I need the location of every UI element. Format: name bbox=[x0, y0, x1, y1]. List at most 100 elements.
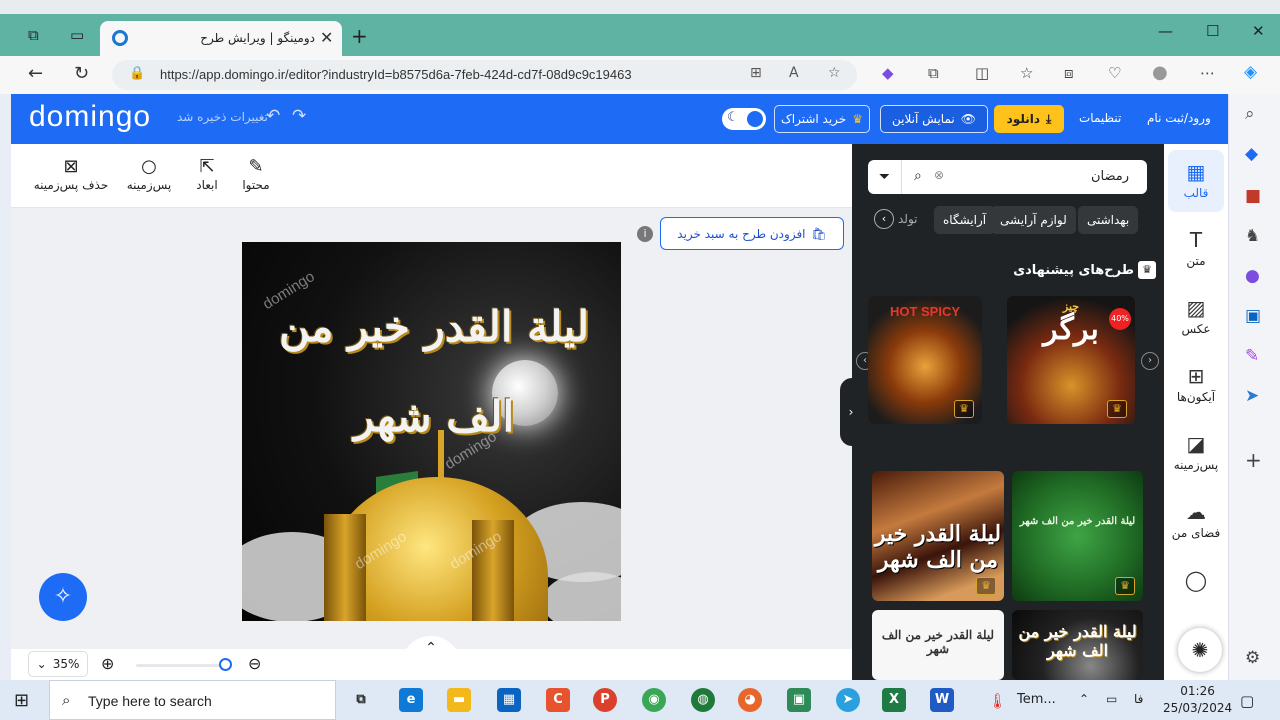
zoom-slider[interactable] bbox=[136, 664, 231, 667]
read-aloud-icon[interactable]: A bbox=[789, 65, 799, 81]
excel-icon[interactable]: X bbox=[882, 688, 906, 712]
globe-app-icon[interactable]: ◍ bbox=[691, 688, 715, 712]
copilot-icon[interactable]: ◈ bbox=[1244, 62, 1257, 82]
info-icon[interactable]: i bbox=[637, 226, 653, 242]
copilot-extension-icon[interactable]: ◆ bbox=[882, 64, 894, 82]
taskbar-search[interactable]: ⌕ Type here to search bbox=[49, 680, 336, 720]
settings-link[interactable]: تنظیمات bbox=[1079, 111, 1121, 125]
template-card-laylat-green[interactable]: ليلة القدر خير من الف شهر ♛ bbox=[1012, 471, 1143, 601]
dark-mode-toggle[interactable]: ☾ bbox=[722, 108, 766, 130]
template-card-laylat-brown[interactable]: ليلة القدر خير من الف شهر ♛ bbox=[872, 471, 1004, 601]
notifications-icon[interactable]: ▢ bbox=[1240, 692, 1254, 710]
performance-icon[interactable]: ♡ bbox=[1108, 64, 1121, 82]
carousel-next-icon[interactable]: › bbox=[1141, 352, 1159, 370]
split-screen-icon[interactable]: ◫ bbox=[975, 64, 989, 82]
rail-item-text[interactable]: T متن bbox=[1168, 228, 1224, 268]
sidebar-m365-icon[interactable]: ● bbox=[1245, 266, 1260, 286]
app-c-icon[interactable]: C bbox=[546, 688, 570, 712]
template-card-burger[interactable]: چیز برگر 40% ♛ bbox=[1007, 296, 1135, 424]
search-input[interactable]: ⏷ ⌕ ⊗ رمضان bbox=[868, 160, 1147, 194]
language-indicator[interactable]: فا bbox=[1134, 692, 1143, 706]
dimensions-tool[interactable]: ⇱ ابعاد bbox=[187, 156, 227, 192]
chip-cosmetics[interactable]: لوازم آرایشی bbox=[991, 206, 1076, 234]
design-canvas[interactable]: ليلة القدر خير من الف شهر domingo doming… bbox=[242, 242, 621, 621]
app-green-icon[interactable]: ▣ bbox=[787, 688, 811, 712]
maximize-icon[interactable]: ☐ bbox=[1206, 22, 1219, 40]
refresh-icon[interactable]: ↻ bbox=[74, 63, 89, 84]
canvas-calligraphy[interactable]: ليلة القدر خير من الف شهر bbox=[264, 282, 604, 441]
chrome-icon[interactable]: ◉ bbox=[642, 688, 666, 712]
browser-tab[interactable]: دومینگو | ویرایش طرح ✕ bbox=[100, 21, 342, 56]
clock[interactable]: 01:26 25/03/2024 bbox=[1163, 683, 1232, 717]
collapse-panel-button[interactable]: › bbox=[840, 378, 862, 446]
chip-salon[interactable]: آرایشگاه bbox=[934, 206, 996, 234]
online-preview-button[interactable]: 👁 نمایش آنلاین bbox=[880, 105, 988, 133]
store-icon[interactable]: ▦ bbox=[497, 688, 521, 712]
rail-item-more[interactable]: ◯ bbox=[1168, 568, 1224, 594]
magic-wand-button[interactable]: ✧ bbox=[39, 573, 87, 621]
more-menu-icon[interactable]: ⋯ bbox=[1200, 64, 1215, 82]
sidebar-games-icon[interactable]: ♞ bbox=[1245, 226, 1260, 246]
rail-item-photo[interactable]: ▨ عکس bbox=[1168, 296, 1224, 336]
background-tool[interactable]: ○ پس‌زمینه bbox=[123, 156, 175, 192]
app-p-icon[interactable]: P bbox=[593, 688, 617, 712]
undo-icon[interactable]: ↶ bbox=[266, 106, 280, 126]
rail-item-icons[interactable]: ⊞ آیکون‌ها bbox=[1168, 364, 1224, 404]
sidebar-tag-icon[interactable]: ◆ bbox=[1245, 144, 1258, 164]
template-card-hot-spicy[interactable]: HOT SPICY ♛ bbox=[868, 296, 982, 424]
remove-background-tool[interactable]: ⊠ حذف پس‌زمینه bbox=[33, 156, 109, 192]
login-link[interactable]: ورود/ثبت نام bbox=[1147, 111, 1211, 125]
zoom-select[interactable]: ⌄ 35% bbox=[28, 651, 88, 677]
workspaces-icon[interactable]: ⧉ bbox=[28, 26, 39, 44]
tab-actions-icon[interactable]: ▭ bbox=[70, 26, 84, 44]
network-icon[interactable]: ▭ bbox=[1106, 692, 1117, 706]
rail-item-background[interactable]: ◪ پس‌زمینه bbox=[1168, 432, 1224, 472]
close-window-icon[interactable]: ✕ bbox=[1252, 22, 1265, 40]
file-explorer-icon[interactable]: ▬ bbox=[447, 688, 471, 712]
zoom-out-icon[interactable]: ⊖ bbox=[248, 654, 261, 673]
minimize-icon[interactable]: — bbox=[1158, 22, 1173, 40]
template-card-laylat-night[interactable]: ليلة القدر خير من الف شهر bbox=[1012, 610, 1143, 680]
sidebar-settings-icon[interactable]: ⚙ bbox=[1245, 648, 1260, 668]
chips-next-icon[interactable]: ‹ bbox=[874, 209, 894, 229]
extensions-icon[interactable]: ⧉ bbox=[928, 64, 939, 82]
task-view-icon[interactable]: ⧉ bbox=[349, 688, 373, 712]
rail-item-my-space[interactable]: ☁ فضای من bbox=[1168, 500, 1224, 540]
telegram-icon[interactable]: ➤ bbox=[836, 688, 860, 712]
word-icon[interactable]: W bbox=[930, 688, 954, 712]
download-button[interactable]: ⤓ دانلود bbox=[994, 105, 1064, 133]
app-available-icon[interactable]: ⊞ bbox=[750, 65, 762, 81]
zoom-slider-knob[interactable] bbox=[219, 658, 232, 671]
zoom-in-icon[interactable]: ⊕ bbox=[101, 654, 114, 673]
tray-chevron-icon[interactable]: ⌃ bbox=[1079, 692, 1089, 706]
back-icon[interactable]: ← bbox=[28, 63, 43, 84]
filter-icon[interactable]: ⏷ bbox=[868, 160, 902, 194]
windows-start-icon[interactable]: ⊞ bbox=[14, 690, 29, 711]
weather-text[interactable]: Tem... bbox=[1017, 692, 1056, 707]
firefox-icon[interactable]: ◕ bbox=[738, 688, 762, 712]
sidebar-send-icon[interactable]: ➤ bbox=[1245, 386, 1259, 406]
redo-icon[interactable]: ↷ bbox=[292, 106, 306, 126]
sidebar-outlook-icon[interactable]: ▣ bbox=[1245, 306, 1261, 326]
ai-brain-icon[interactable]: ✺ bbox=[1178, 628, 1222, 672]
favorites-icon[interactable]: ☆ bbox=[1020, 64, 1033, 82]
sidebar-designer-icon[interactable]: ✎ bbox=[1245, 346, 1259, 366]
sidebar-search-icon[interactable]: ⌕ bbox=[1245, 104, 1255, 124]
edge-icon[interactable]: e bbox=[399, 688, 423, 712]
template-card-laylat-sketch[interactable]: ليلة القدر خير من الف شهر bbox=[872, 610, 1004, 680]
url-field[interactable]: 🔒 https://app.domingo.ir/editor?industry… bbox=[112, 60, 857, 90]
clear-search-icon[interactable]: ⊗ bbox=[934, 168, 944, 182]
search-icon[interactable]: ⌕ bbox=[914, 168, 922, 184]
sidebar-add-icon[interactable]: + bbox=[1245, 448, 1262, 472]
content-tool[interactable]: ✎ محتوا bbox=[231, 156, 281, 192]
subscribe-button[interactable]: ♛ خرید اشتراک bbox=[774, 105, 870, 133]
sidebar-toolbox-icon[interactable]: ■ bbox=[1245, 186, 1261, 206]
close-tab-icon[interactable]: ✕ bbox=[320, 28, 333, 47]
add-to-cart-button[interactable]: 🛍 افزودن طرح به سبد خرید bbox=[660, 217, 844, 250]
chip-hygiene[interactable]: بهداشتی bbox=[1078, 206, 1139, 234]
profile-avatar-icon[interactable]: ● bbox=[1152, 62, 1168, 83]
chip-birthday[interactable]: تولد bbox=[898, 212, 918, 226]
domingo-logo[interactable]: domingo bbox=[29, 100, 151, 134]
favorite-star-icon[interactable]: ☆ bbox=[828, 65, 841, 81]
new-tab-icon[interactable]: + bbox=[351, 24, 368, 48]
